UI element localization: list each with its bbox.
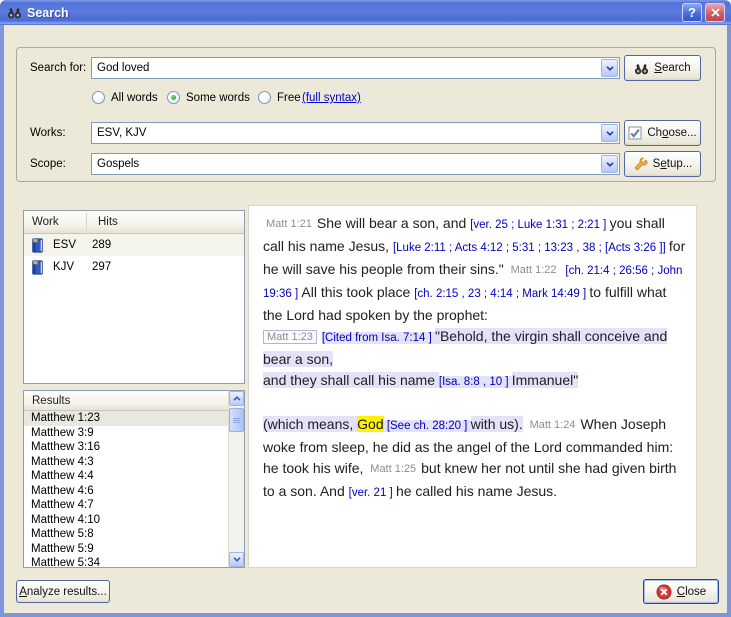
hit-count: 289 bbox=[92, 239, 111, 251]
checkmark-icon bbox=[628, 126, 642, 140]
search-dialog: Search ? Search for: God loved bbox=[0, 0, 731, 617]
search-button[interactable]: Search bbox=[624, 55, 701, 81]
hits-table: Work Hits ESV 289 KJV 297 bbox=[23, 210, 245, 384]
book-icon bbox=[30, 238, 45, 253]
search-button-label: Search bbox=[654, 62, 690, 74]
full-syntax-link[interactable]: (full syntax) bbox=[302, 92, 361, 104]
setup-button-label: Setup... bbox=[653, 158, 693, 170]
window-close-button[interactable] bbox=[705, 3, 725, 22]
radio-free[interactable]: Free bbox=[258, 91, 301, 104]
list-item[interactable]: Matthew 4:4 bbox=[24, 469, 228, 484]
scope-dropdown-button[interactable] bbox=[601, 155, 618, 173]
works-dropdown-button[interactable] bbox=[601, 124, 618, 142]
choose-button[interactable]: Choose... bbox=[624, 120, 701, 146]
radio-icon bbox=[92, 91, 105, 104]
results-header: Results bbox=[24, 391, 228, 411]
setup-button[interactable]: Setup... bbox=[624, 151, 701, 177]
chevron-down-icon bbox=[606, 162, 614, 167]
table-row[interactable]: ESV 289 bbox=[24, 234, 244, 256]
list-item[interactable]: Matthew 4:10 bbox=[24, 513, 228, 528]
chevron-up-icon bbox=[233, 396, 241, 401]
binoculars-icon bbox=[634, 61, 649, 76]
search-for-label: Search for: bbox=[30, 62, 86, 74]
chevron-down-icon bbox=[233, 557, 241, 562]
list-item[interactable]: Matthew 3:16 bbox=[24, 440, 228, 455]
list-item[interactable]: Matthew 4:7 bbox=[24, 498, 228, 513]
list-item[interactable]: Matthew 5:9 bbox=[24, 542, 228, 557]
work-name: ESV bbox=[53, 239, 83, 251]
list-item[interactable]: Matthew 5:8 bbox=[24, 527, 228, 542]
radio-all-words[interactable]: All words bbox=[92, 91, 158, 104]
titlebar: Search ? bbox=[0, 0, 731, 25]
close-button-label: Close bbox=[677, 586, 706, 598]
work-name: KJV bbox=[53, 261, 83, 273]
list-item[interactable]: Matthew 3:9 bbox=[24, 426, 228, 441]
radio-some-words[interactable]: Some words bbox=[167, 91, 250, 104]
table-row[interactable]: KJV 297 bbox=[24, 256, 244, 278]
window-title: Search bbox=[27, 6, 69, 20]
chevron-down-icon bbox=[606, 131, 614, 136]
red-x-circle-icon bbox=[656, 584, 672, 600]
question-icon: ? bbox=[688, 5, 696, 20]
list-item[interactable]: Matthew 4:3 bbox=[24, 455, 228, 470]
scroll-down-button[interactable] bbox=[229, 552, 244, 567]
chevron-down-icon bbox=[606, 66, 614, 71]
preview-content: Matt 1:21She will bear a son, and [ver. … bbox=[263, 213, 686, 504]
wrench-icon bbox=[633, 157, 648, 172]
works-label: Works: bbox=[30, 127, 66, 139]
verse-paragraph: Matt 1:21She will bear a son, and [ver. … bbox=[263, 213, 686, 326]
column-work: Work bbox=[32, 216, 86, 228]
analyze-button-label: Analyze results... bbox=[19, 586, 107, 598]
close-icon bbox=[711, 8, 720, 17]
results-items: Matthew 1:23Matthew 3:9Matthew 3:16Matth… bbox=[24, 411, 228, 567]
verse-preview: Matt 1:21She will bear a son, and [ver. … bbox=[248, 205, 697, 568]
dialog-body: Search for: God loved Search All words bbox=[4, 25, 727, 613]
results-list: Results Matthew 1:23Matthew 3:9Matthew 3… bbox=[23, 390, 245, 568]
list-item[interactable]: Matthew 4:6 bbox=[24, 484, 228, 499]
binoculars-icon bbox=[7, 5, 22, 20]
verse-paragraph: Matt 1:23[Cited from Isa. 7:14 ] "Behold… bbox=[263, 326, 686, 370]
radio-icon bbox=[167, 91, 180, 104]
hit-count: 297 bbox=[92, 261, 111, 273]
scope-label: Scope: bbox=[30, 158, 66, 170]
results-scrollbar[interactable] bbox=[228, 391, 244, 567]
scroll-thumb[interactable] bbox=[229, 408, 244, 432]
close-button[interactable]: Close bbox=[643, 579, 719, 604]
choose-button-label: Choose... bbox=[647, 127, 696, 139]
analyze-results-button[interactable]: Analyze results... bbox=[16, 580, 110, 603]
search-dropdown-button[interactable] bbox=[601, 59, 618, 77]
book-icon bbox=[30, 260, 45, 275]
list-item[interactable]: Matthew 1:23 bbox=[24, 411, 228, 426]
verse-paragraph: and they shall call his name [Isa. 8:8 ,… bbox=[263, 370, 686, 393]
works-input[interactable]: ESV, KJV bbox=[91, 122, 620, 144]
scroll-up-button[interactable] bbox=[229, 391, 244, 406]
hits-table-body: ESV 289 KJV 297 bbox=[24, 234, 244, 278]
column-separator bbox=[86, 213, 87, 231]
help-button[interactable]: ? bbox=[682, 3, 702, 22]
hits-table-header: Work Hits bbox=[24, 211, 244, 234]
scope-input[interactable]: Gospels bbox=[91, 153, 620, 175]
column-hits: Hits bbox=[98, 216, 118, 228]
list-item[interactable]: Matthew 5:34 bbox=[24, 556, 228, 567]
search-input[interactable]: God loved bbox=[91, 57, 620, 79]
radio-icon bbox=[258, 91, 271, 104]
verse-paragraph: (which means, God [See ch. 28:20 ] with … bbox=[263, 414, 686, 504]
